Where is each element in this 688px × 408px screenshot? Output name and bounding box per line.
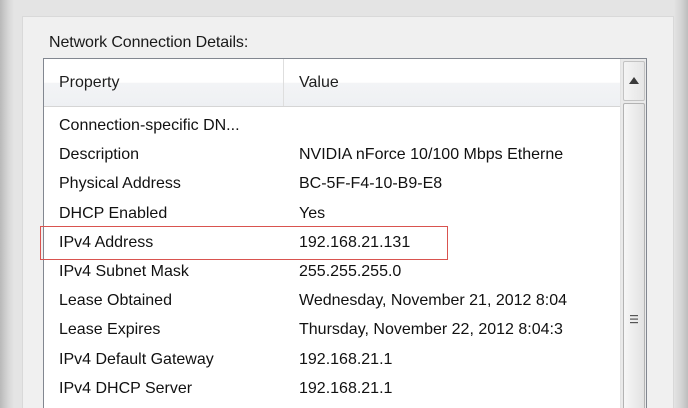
property-cell: Connection-specific DN...	[59, 117, 240, 134]
value-cell: Yes	[299, 204, 326, 222]
property-cell: IPv4 Subnet Mask	[59, 262, 189, 280]
table-row-ipv4-address[interactable]: IPv4 Address 192.168.21.131	[44, 228, 620, 257]
list-header: Property Value	[44, 59, 620, 107]
value-cell: NVIDIA nForce 10/100 Mbps Etherne	[299, 146, 564, 164]
arrow-up-icon	[629, 77, 639, 84]
scroll-thumb[interactable]	[623, 103, 645, 408]
property-cell: Lease Obtained	[59, 292, 172, 310]
property-cell: Physical Address	[59, 175, 181, 193]
list-rows: Connection-specific DN... Description NV…	[44, 111, 620, 403]
property-cell: Description	[59, 146, 140, 164]
table-row[interactable]: IPv4 Subnet Mask 255.255.255.0	[44, 257, 620, 286]
value-cell: BC-5F-F4-10-B9-E8	[299, 175, 443, 193]
table-row[interactable]: Physical Address BC-5F-F4-10-B9-E8	[44, 169, 620, 198]
value-cell: 255.255.255.0	[299, 262, 402, 280]
property-cell: DHCP Enabled	[59, 204, 168, 222]
table-row[interactable]: Lease Expires Thursday, November 22, 201…	[44, 315, 620, 344]
value-cell: Wednesday, November 21, 2012 8:04	[299, 292, 568, 310]
property-cell: Lease Expires	[59, 321, 161, 339]
scroll-grip-icon	[630, 315, 638, 324]
property-cell: IPv4 Address	[59, 233, 154, 251]
table-row[interactable]: Connection-specific DN...	[44, 111, 620, 140]
value-cell: 192.168.21.1	[299, 379, 393, 397]
vertical-scrollbar[interactable]	[620, 59, 646, 408]
table-row[interactable]: DHCP Enabled Yes	[44, 199, 620, 228]
value-cell: 192.168.21.131	[299, 233, 411, 251]
table-row[interactable]: IPv4 Default Gateway 192.168.21.1	[44, 345, 620, 374]
scroll-up-button[interactable]	[623, 61, 645, 101]
property-cell: IPv4 Default Gateway	[59, 350, 214, 368]
details-listview[interactable]: Property Value Connection-specific DN...…	[43, 58, 647, 408]
table-row[interactable]: Description NVIDIA nForce 10/100 Mbps Et…	[44, 140, 620, 169]
table-row[interactable]: IPv4 DHCP Server 192.168.21.1	[44, 374, 620, 403]
section-label: Network Connection Details:	[49, 34, 249, 51]
value-cell: 192.168.21.1	[299, 350, 393, 368]
column-header-property[interactable]: Property	[44, 59, 284, 106]
table-row[interactable]: Lease Obtained Wednesday, November 21, 2…	[44, 286, 620, 315]
column-header-value[interactable]: Value	[284, 59, 620, 106]
value-cell: Thursday, November 22, 2012 8:04:3	[299, 321, 563, 339]
property-cell: IPv4 DHCP Server	[59, 379, 193, 397]
value-cell	[299, 111, 620, 140]
